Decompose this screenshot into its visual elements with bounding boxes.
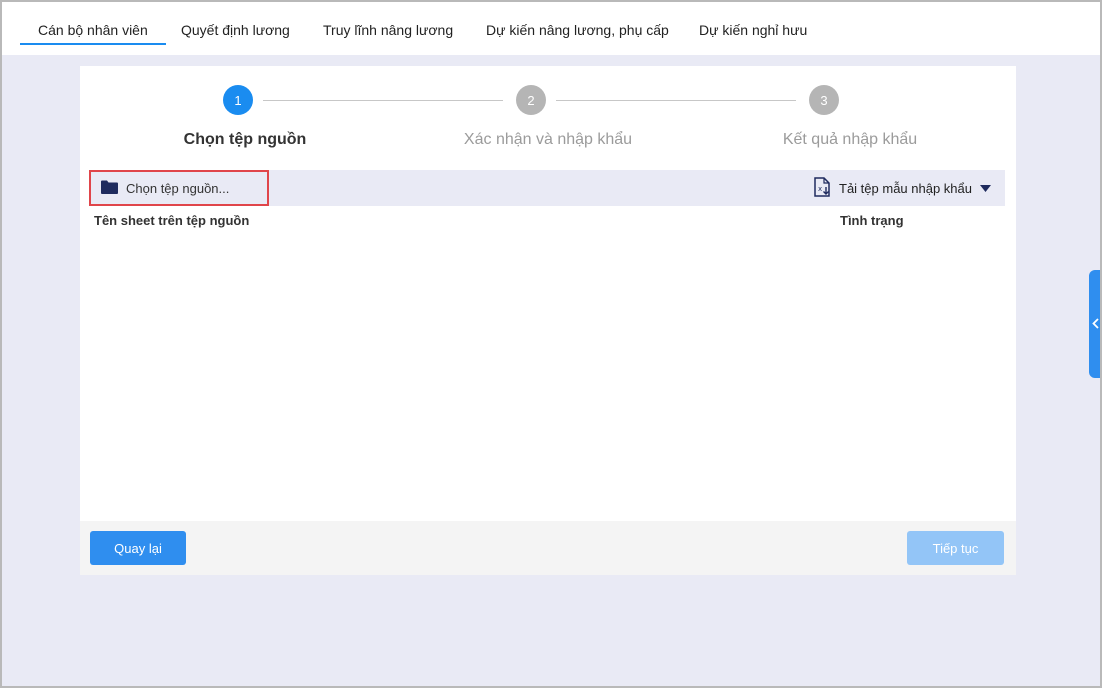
svg-text:x: x <box>818 185 822 193</box>
tab-can-bo-nhan-vien[interactable]: Cán bộ nhân viên <box>20 22 166 45</box>
import-wizard-card: 1 2 3 Chọn tệp nguồn Xác nhận và nhập kh… <box>80 66 1016 575</box>
tab-du-kien-nghi-huu[interactable]: Dự kiến nghỉ hưu <box>699 22 807 38</box>
step-1-circle: 1 <box>223 85 253 115</box>
file-toolbar: Chọn tệp nguồn... x Tải tệp mẫu nhập khẩ… <box>89 170 1005 206</box>
column-header-sheet-name: Tên sheet trên tệp nguồn <box>94 213 250 228</box>
step-2-circle: 2 <box>516 85 546 115</box>
step-connector-2 <box>556 100 796 101</box>
step-connector-1 <box>263 100 503 101</box>
tab-quyet-dinh-luong[interactable]: Quyết định lương <box>181 22 290 38</box>
column-header-status: Tình trạng <box>840 213 904 228</box>
back-button[interactable]: Quay lại <box>90 531 186 565</box>
choose-source-file-button[interactable]: Chọn tệp nguồn... <box>89 170 269 206</box>
step-3-label: Kết quả nhập khẩu <box>782 131 918 148</box>
tab-truy-linh-nang-luong[interactable]: Truy lĩnh nâng lương <box>323 22 453 38</box>
step-1-label: Chọn tệp nguồn <box>183 131 307 148</box>
download-template-label: Tải tệp mẫu nhập khẩu <box>839 180 972 196</box>
excel-file-download-icon: x <box>814 176 831 200</box>
tab-du-kien-nang-luong-phu-cap[interactable]: Dự kiến nâng lương, phụ cấp <box>486 22 669 38</box>
step-3-circle: 3 <box>809 85 839 115</box>
choose-source-file-label: Chọn tệp nguồn... <box>126 180 230 196</box>
wizard-footer: Quay lại Tiếp tục <box>80 521 1016 575</box>
download-template-button[interactable]: x Tải tệp mẫu nhập khẩu <box>814 170 991 206</box>
chevron-left-icon <box>1092 316 1099 332</box>
next-button[interactable]: Tiếp tục <box>907 531 1004 565</box>
caret-down-icon[interactable] <box>980 184 991 192</box>
side-panel-toggle[interactable] <box>1089 270 1102 378</box>
step-2-label: Xác nhận và nhập khẩu <box>463 131 633 148</box>
top-tab-bar: Cán bộ nhân viên Quyết định lương Truy l… <box>2 2 1100 55</box>
folder-icon <box>101 180 118 197</box>
